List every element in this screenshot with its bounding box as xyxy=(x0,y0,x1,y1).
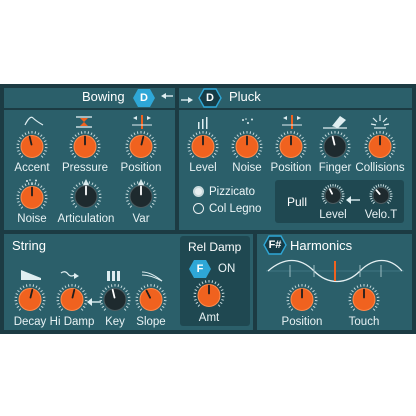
harmonics-title: Harmonics xyxy=(290,238,353,253)
finger-icon xyxy=(323,116,347,129)
rel-damp-note-badge[interactable]: F xyxy=(188,259,212,279)
pull-arrow-icon xyxy=(346,196,360,204)
decay-label: Decay xyxy=(13,316,47,328)
pluck-noise-icon xyxy=(242,118,253,124)
level-bars-icon xyxy=(198,117,208,129)
col-legno-radio[interactable]: Col Legno xyxy=(193,203,261,215)
hi-damp-label: Hi Damp xyxy=(49,316,95,328)
header-divider xyxy=(4,108,412,110)
bowing-title: Bowing xyxy=(82,89,125,104)
harmonics-badge-label: F# xyxy=(268,239,282,251)
pluck-position-icon xyxy=(282,115,302,129)
pressure-label: Pressure xyxy=(61,162,109,174)
harmonics-position-label: Position xyxy=(281,316,323,328)
articulation-label: Articulation xyxy=(57,213,115,225)
pluck-badge-label: D xyxy=(206,92,214,104)
bowing-note-badge[interactable]: D xyxy=(132,88,156,108)
keyboard-icon xyxy=(107,271,120,281)
envelope-icon xyxy=(24,116,44,126)
pizzicato-label: Pizzicato xyxy=(209,186,256,198)
accent-label: Accent xyxy=(14,162,50,174)
slope-curve-icon xyxy=(141,271,163,282)
rel-damp-amt-label: Amt xyxy=(198,312,220,324)
pressure-icon xyxy=(76,116,92,128)
col-legno-label: Col Legno xyxy=(209,203,262,215)
pizzicato-radio-indicator xyxy=(193,186,204,197)
decay-ramp-icon xyxy=(21,270,41,280)
var-label: Var xyxy=(132,213,150,225)
rel-damp-title: Rel Damp xyxy=(188,240,242,254)
harmonic-wave-display xyxy=(266,259,404,283)
pluck-position-label: Position xyxy=(270,162,312,174)
bowing-badge-label: D xyxy=(140,92,148,104)
collisions-label: Collisions xyxy=(355,162,405,174)
col-legno-radio-indicator xyxy=(193,203,204,214)
pull-level-label: Level xyxy=(319,209,347,221)
collisions-icon xyxy=(370,115,390,129)
position-icon xyxy=(132,115,152,129)
pizzicato-radio[interactable]: Pizzicato xyxy=(193,186,255,198)
bow-noise-label: Noise xyxy=(17,213,47,225)
key-label: Key xyxy=(105,316,125,328)
rel-damp-badge-label: F xyxy=(196,263,204,275)
string-title: String xyxy=(12,238,46,253)
touch-label: Touch xyxy=(348,316,380,328)
hi-damp-icon xyxy=(60,271,79,279)
pull-title: Pull xyxy=(287,195,308,209)
velo-t-label: Velo.T xyxy=(364,209,398,221)
harmonics-note-badge[interactable]: F# xyxy=(263,235,287,255)
pluck-title: Pluck xyxy=(229,89,261,104)
double-arrow-icon xyxy=(161,93,193,103)
bow-position-label: Position xyxy=(120,162,162,174)
pluck-noise-label: Noise xyxy=(232,162,262,174)
finger-label: Finger xyxy=(318,162,352,174)
pluck-note-badge[interactable]: D xyxy=(198,88,222,108)
pluck-level-label: Level xyxy=(189,162,217,174)
rel-damp-state[interactable]: ON xyxy=(218,263,235,275)
slope-label: Slope xyxy=(136,316,166,328)
